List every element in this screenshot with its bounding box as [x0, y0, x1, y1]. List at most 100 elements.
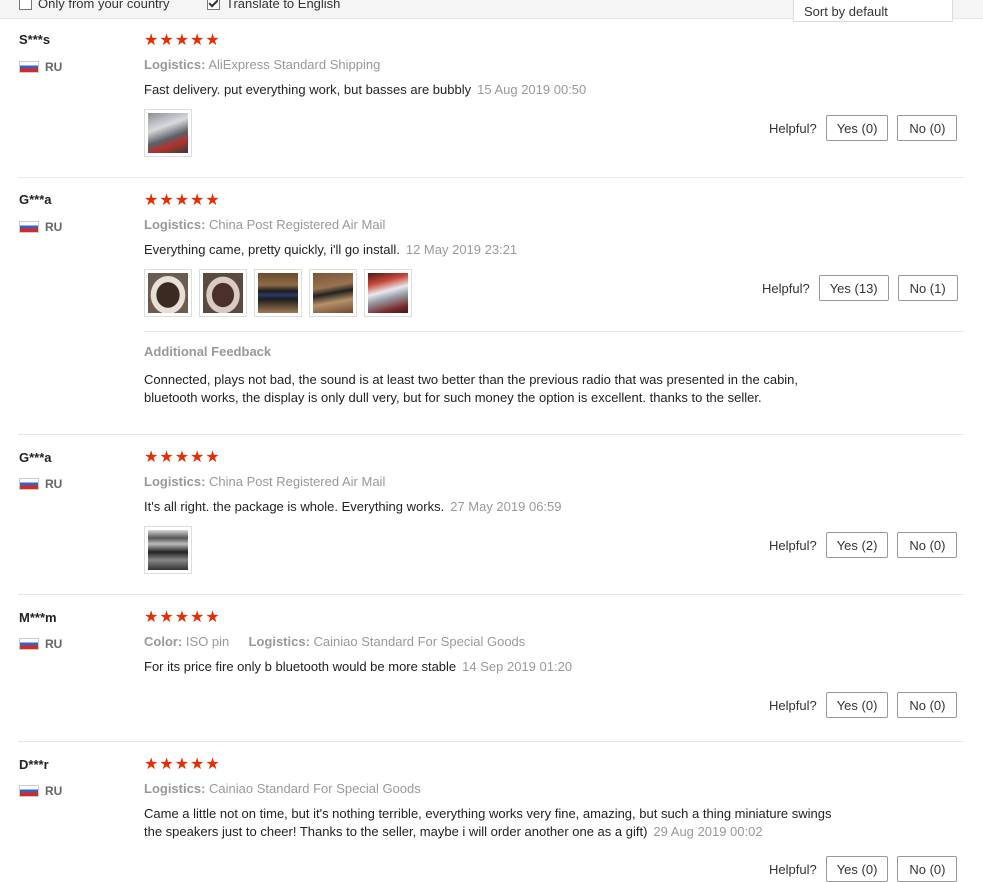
helpful-label: Helpful? [762, 280, 810, 296]
review-photo[interactable] [144, 526, 192, 574]
review-text: Everything came, pretty quickly, i'll go… [144, 242, 400, 257]
star-rating: ★ ★ ★ ★ ★ [144, 33, 220, 49]
russia-flag-icon [19, 221, 39, 233]
star-rating: ★ ★ ★ ★ ★ [144, 193, 220, 209]
only-country-filter[interactable]: Only from your country [19, 0, 170, 11]
star-icon: ★ [144, 192, 159, 209]
review-text-line: For its price fire only b bluetooth woul… [144, 658, 572, 676]
review-meta: Color: ISO pin Logistics: Cainiao Standa… [144, 634, 525, 649]
helpful-controls: Helpful? Yes (2) No (0) [769, 532, 958, 558]
translate-filter[interactable]: Translate to English [207, 0, 340, 11]
star-icon: ★ [159, 449, 174, 466]
review-text-line: It's all right. the package is whole. Ev… [144, 498, 562, 516]
star-icon: ★ [159, 32, 174, 49]
review-photo[interactable] [144, 109, 192, 157]
star-icon: ★ [144, 449, 159, 466]
review-divider [18, 434, 964, 435]
review-text: It's all right. the package is whole. Ev… [144, 499, 445, 514]
review-date: 12 May 2019 23:21 [405, 242, 518, 257]
logistics-label: Logistics: [144, 781, 206, 796]
reviewer-country: RU [19, 60, 62, 74]
helpful-no-button[interactable]: No (0) [897, 532, 958, 558]
review-date: 14 Sep 2019 01:20 [462, 659, 573, 674]
helpful-label: Helpful? [769, 697, 817, 713]
logistics-value: China Post Registered Air Mail [209, 474, 386, 489]
helpful-yes-button[interactable]: Yes (0) [825, 692, 889, 718]
russia-flag-icon [19, 785, 39, 797]
country-code: RU [45, 784, 63, 798]
review-photo[interactable] [364, 269, 412, 317]
star-icon: ★ [190, 449, 205, 466]
star-icon: ★ [174, 192, 190, 209]
helpful-label: Helpful? [769, 537, 817, 553]
star-icon: ★ [205, 609, 220, 626]
star-rating: ★ ★ ★ ★ ★ [144, 450, 220, 466]
review-meta: Logistics: China Post Registered Air Mai… [144, 474, 385, 489]
review-photo[interactable] [144, 269, 192, 317]
review-meta: Logistics: China Post Registered Air Mai… [144, 217, 385, 232]
helpful-yes-button[interactable]: Yes (2) [825, 532, 889, 558]
reviewer-country: RU [19, 784, 62, 798]
logistics-value: AliExpress Standard Shipping [208, 57, 381, 72]
star-icon: ★ [174, 32, 190, 49]
logistics-label: Logistics: [144, 217, 206, 232]
sort-select[interactable]: Sort by default [793, 0, 953, 22]
star-icon: ★ [205, 756, 220, 773]
review-photos [144, 269, 412, 317]
star-icon: ★ [159, 609, 174, 626]
translate-checkbox[interactable] [207, 0, 220, 10]
russia-flag-icon [19, 638, 39, 650]
star-icon: ★ [159, 756, 174, 773]
star-rating: ★ ★ ★ ★ ★ [144, 757, 220, 773]
country-code: RU [45, 637, 63, 651]
review-text: Fast delivery. put everything work, but … [144, 82, 472, 97]
helpful-no-button[interactable]: No (1) [897, 275, 958, 301]
additional-feedback-title: Additional Feedback [144, 344, 272, 359]
logistics-value: Cainiao Standard For Special Goods [313, 634, 526, 649]
logistics-label: Logistics: [144, 57, 206, 72]
helpful-yes-button[interactable]: Yes (0) [825, 856, 889, 882]
translate-label: Translate to English [226, 0, 341, 11]
helpful-no-button[interactable]: No (0) [897, 692, 958, 718]
review-divider [18, 594, 964, 595]
review-photos [144, 109, 192, 157]
star-icon: ★ [174, 449, 190, 466]
color-label: Color: [144, 634, 183, 649]
review-meta: Logistics: AliExpress Standard Shipping [144, 57, 380, 72]
helpful-label: Helpful? [769, 861, 817, 877]
helpful-no-button[interactable]: No (0) [897, 856, 958, 882]
star-icon: ★ [144, 609, 159, 626]
logistics-value: China Post Registered Air Mail [209, 217, 386, 232]
review-text-line: Fast delivery. put everything work, but … [144, 81, 586, 99]
review-photo[interactable] [309, 269, 357, 317]
star-icon: ★ [144, 32, 159, 49]
reviewer-country: RU [19, 477, 62, 491]
review-photo[interactable] [199, 269, 247, 317]
review-date: 27 May 2019 06:59 [450, 499, 562, 514]
country-code: RU [45, 60, 63, 74]
review-divider [18, 177, 964, 178]
reviewer-name: G***a [19, 192, 52, 207]
color-value: ISO pin [185, 634, 230, 649]
country-code: RU [45, 220, 63, 234]
only-country-label: Only from your country [38, 0, 170, 11]
review-photo[interactable] [254, 269, 302, 317]
star-icon: ★ [205, 449, 220, 466]
star-icon: ★ [159, 192, 174, 209]
star-rating: ★ ★ ★ ★ ★ [144, 610, 220, 626]
review-photos [144, 526, 192, 574]
only-country-checkbox[interactable] [19, 0, 32, 10]
review-text: For its price fire only b bluetooth woul… [144, 659, 457, 674]
reviewer-name: D***r [19, 757, 49, 772]
helpful-controls: Helpful? Yes (0) No (0) [769, 115, 958, 141]
star-icon: ★ [205, 192, 220, 209]
helpful-controls: Helpful? Yes (0) No (0) [769, 692, 958, 718]
helpful-no-button[interactable]: No (0) [897, 115, 958, 141]
reviewer-country: RU [19, 220, 62, 234]
helpful-yes-button[interactable]: Yes (13) [818, 275, 889, 301]
additional-feedback-text: Connected, plays not bad, the sound is a… [144, 372, 799, 405]
review-date: 29 Aug 2019 00:02 [653, 824, 763, 839]
helpful-yes-button[interactable]: Yes (0) [825, 115, 889, 141]
logistics-label: Logistics: [248, 634, 310, 649]
helpful-label: Helpful? [769, 120, 817, 136]
